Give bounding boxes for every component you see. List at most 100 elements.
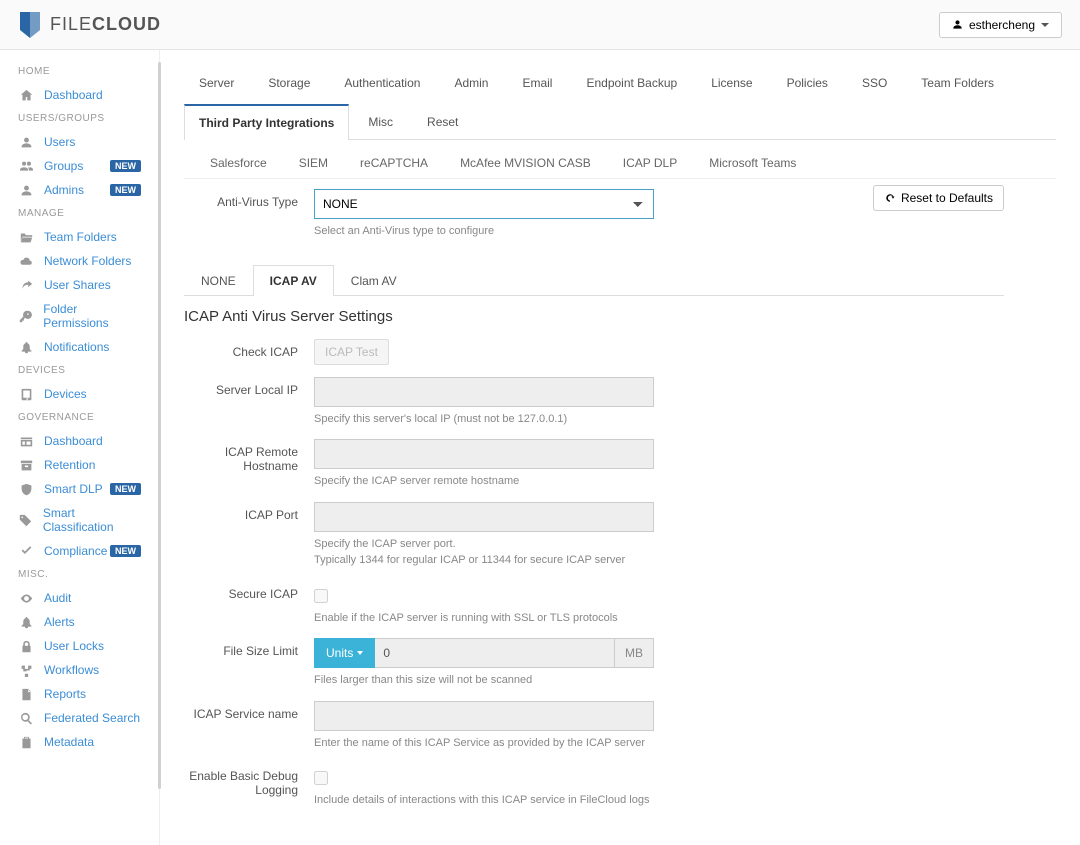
eye-icon — [18, 592, 34, 605]
bell-icon — [18, 341, 34, 354]
sidebar-item-users[interactable]: Users — [0, 130, 159, 154]
bell-icon — [18, 616, 34, 629]
subtab-recaptcha[interactable]: reCAPTCHA — [346, 148, 442, 178]
tab-sso[interactable]: SSO — [847, 65, 902, 100]
av-type-label: Anti-Virus Type — [184, 189, 314, 209]
sidebar-item-notifications[interactable]: Notifications — [0, 335, 159, 359]
sidebar-item-network-folders[interactable]: Network Folders — [0, 249, 159, 273]
server-ip-input[interactable] — [314, 377, 654, 407]
service-name-label: ICAP Service name — [184, 701, 314, 721]
sidebar-item-federated-search[interactable]: Federated Search — [0, 706, 159, 730]
new-badge: NEW — [110, 184, 141, 196]
secure-icap-checkbox[interactable] — [314, 589, 328, 603]
service-name-help: Enter the name of this ICAP Service as p… — [314, 735, 654, 752]
logo: FILECLOUD — [18, 10, 161, 40]
sidebar-item-team-folders[interactable]: Team Folders — [0, 225, 159, 249]
sidebar-item-smart-classification[interactable]: Smart Classification — [0, 501, 159, 539]
user-icon — [18, 136, 34, 149]
sidebar-item-admins[interactable]: Admins NEW — [0, 178, 159, 202]
chevron-down-icon — [357, 651, 363, 655]
reset-defaults-button[interactable]: Reset to Defaults — [873, 185, 1004, 211]
sidebar-item-label: User Shares — [44, 278, 111, 292]
home-icon — [18, 89, 34, 102]
av-inner-tabs: NONEICAP AVClam AV — [184, 264, 1004, 296]
sidebar-item-user-shares[interactable]: User Shares — [0, 273, 159, 297]
sidebar-item-workflows[interactable]: Workflows — [0, 658, 159, 682]
sidebar-section-header: DEVICES — [0, 359, 159, 382]
file-icon — [18, 688, 34, 701]
archive-icon — [18, 459, 34, 472]
section-title: ICAP Anti Virus Server Settings — [184, 308, 1004, 325]
inner-tab-clam-av[interactable]: Clam AV — [334, 265, 414, 296]
tab-authentication[interactable]: Authentication — [329, 65, 435, 100]
subtab-mcafee-mvision-casb[interactable]: McAfee MVISION CASB — [446, 148, 605, 178]
server-ip-help: Specify this server's local IP (must not… — [314, 411, 654, 428]
sidebar-item-label: Retention — [44, 458, 95, 472]
sidebar-item-label: Metadata — [44, 735, 94, 749]
sidebar-item-label: Alerts — [44, 615, 75, 629]
tab-policies[interactable]: Policies — [772, 65, 843, 100]
inner-tab-none[interactable]: NONE — [184, 265, 253, 296]
sidebar-item-label: Federated Search — [44, 711, 140, 725]
av-type-select[interactable]: NONE — [314, 189, 654, 219]
sidebar-item-label: Team Folders — [44, 230, 117, 244]
sidebar-item-alerts[interactable]: Alerts — [0, 610, 159, 634]
units-dropdown-button[interactable]: Units — [314, 638, 375, 668]
new-badge: NEW — [110, 483, 141, 495]
sidebar-item-label: Reports — [44, 687, 86, 701]
user-menu-button[interactable]: esthercheng — [939, 12, 1062, 38]
tab-server[interactable]: Server — [184, 65, 249, 100]
new-badge: NEW — [110, 545, 141, 557]
tab-reset[interactable]: Reset — [412, 104, 473, 140]
tab-license[interactable]: License — [696, 65, 767, 100]
sidebar-item-label: Devices — [44, 387, 87, 401]
sidebar-item-reports[interactable]: Reports — [0, 682, 159, 706]
clipboard-icon — [18, 736, 34, 749]
sidebar-item-dashboard[interactable]: Dashboard — [0, 429, 159, 453]
sidebar-item-audit[interactable]: Audit — [0, 586, 159, 610]
service-name-input[interactable] — [314, 701, 654, 731]
refresh-icon — [884, 192, 896, 204]
subtab-salesforce[interactable]: Salesforce — [196, 148, 281, 178]
debug-checkbox[interactable] — [314, 771, 328, 785]
check-icap-label: Check ICAP — [184, 339, 314, 359]
tab-admin[interactable]: Admin — [439, 65, 503, 100]
sidebar-item-retention[interactable]: Retention — [0, 453, 159, 477]
tab-team-folders[interactable]: Team Folders — [906, 65, 1009, 100]
sidebar-item-metadata[interactable]: Metadata — [0, 730, 159, 754]
icap-port-help: Specify the ICAP server port. Typically … — [314, 536, 654, 569]
check-icon — [18, 545, 34, 558]
inner-tab-icap-av[interactable]: ICAP AV — [253, 265, 334, 296]
icap-test-button[interactable]: ICAP Test — [314, 339, 389, 365]
tab-endpoint-backup[interactable]: Endpoint Backup — [571, 65, 692, 100]
key-icon — [18, 310, 33, 323]
sidebar-section-header: USERS/GROUPS — [0, 107, 159, 130]
sidebar-item-folder-permissions[interactable]: Folder Permissions — [0, 297, 159, 335]
sidebar-item-devices[interactable]: Devices — [0, 382, 159, 406]
shield-icon — [18, 483, 34, 496]
sidebar-item-user-locks[interactable]: User Locks — [0, 634, 159, 658]
tab-storage[interactable]: Storage — [253, 65, 325, 100]
top-bar: FILECLOUD esthercheng — [0, 0, 1080, 50]
sidebar-item-compliance[interactable]: ComplianceNEW — [0, 539, 159, 563]
icap-host-input[interactable] — [314, 439, 654, 469]
tab-misc[interactable]: Misc — [353, 104, 408, 140]
sidebar-section-header: HOME — [0, 60, 159, 83]
sidebar-item-label: Folder Permissions — [43, 302, 141, 330]
sidebar-item-groups[interactable]: GroupsNEW — [0, 154, 159, 178]
subtab-microsoft-teams[interactable]: Microsoft Teams — [695, 148, 810, 178]
tab-third-party-integrations[interactable]: Third Party Integrations — [184, 104, 349, 140]
sidebar-item-label: Admins — [44, 183, 84, 197]
subtab-siem[interactable]: SIEM — [285, 148, 342, 178]
file-size-input[interactable] — [375, 638, 615, 668]
tab-email[interactable]: Email — [507, 65, 567, 100]
sidebar-item-smart-dlp[interactable]: Smart DLPNEW — [0, 477, 159, 501]
icap-port-input[interactable] — [314, 502, 654, 532]
subtab-icap-dlp[interactable]: ICAP DLP — [609, 148, 691, 178]
server-ip-label: Server Local IP — [184, 377, 314, 397]
sidebar-item-label: Smart Classification — [43, 506, 141, 534]
sidebar-item-label: Workflows — [44, 663, 99, 677]
sidebar-item-dashboard[interactable]: Dashboard — [0, 83, 159, 107]
tablet-icon — [18, 388, 34, 401]
icap-port-label: ICAP Port — [184, 502, 314, 522]
